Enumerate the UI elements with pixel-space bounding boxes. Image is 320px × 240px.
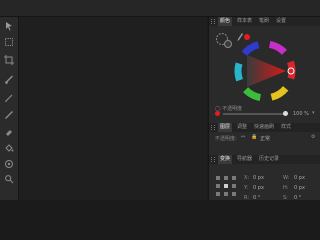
panel-grip-icon[interactable]	[211, 19, 215, 24]
pencil-icon[interactable]	[4, 110, 14, 120]
text-icon[interactable]	[4, 159, 14, 169]
eraser-icon[interactable]	[4, 127, 14, 137]
color-mode-icon[interactable]	[215, 31, 233, 49]
h-label: H:	[283, 185, 289, 191]
layers-panel-tabs: 图层 调整 快速画刷 样式	[209, 123, 320, 132]
opacity-slider[interactable]	[223, 113, 287, 115]
crop-icon[interactable]	[4, 55, 14, 65]
opacity-slider-handle[interactable]	[283, 111, 288, 116]
canvas-area[interactable]	[19, 17, 207, 200]
tab-navigator[interactable]: 导航器	[235, 155, 254, 164]
s-label: S:	[283, 195, 288, 201]
tab-swatches[interactable]: 样本表	[235, 17, 254, 26]
r-value[interactable]: 0 °	[253, 195, 260, 201]
brush-icon[interactable]	[4, 75, 14, 85]
opacity-label: 不透明度:	[215, 136, 237, 142]
tab-styles[interactable]: 样式	[279, 123, 293, 132]
select-icon[interactable]	[4, 37, 14, 47]
color-panel-tabs: 颜色 样本表 笔刷 设置	[209, 17, 320, 26]
blend-mode-select[interactable]: 正常	[260, 135, 270, 142]
opacity-color-dot	[215, 111, 220, 116]
zoom-icon[interactable]	[4, 174, 14, 184]
opacity-stepper-icon[interactable]: ↔	[241, 134, 245, 140]
settings-icon[interactable]: ⚙	[311, 134, 315, 140]
h-value[interactable]: 0 px	[294, 185, 305, 191]
tab-adjustments[interactable]: 调整	[235, 123, 249, 132]
fill-icon[interactable]	[4, 143, 14, 153]
color-wheel[interactable]	[233, 39, 297, 103]
w-label: W:	[283, 175, 290, 181]
anchor-grid-icon[interactable]	[215, 175, 237, 197]
y-value[interactable]: 0 px	[253, 185, 264, 191]
tab-brushes[interactable]: 笔刷	[257, 17, 271, 26]
chevron-down-icon[interactable]: ▾	[312, 110, 315, 116]
lock-icon[interactable]: 🔒	[251, 134, 257, 140]
x-label: X:	[244, 175, 250, 181]
panel-grip-icon[interactable]	[211, 125, 215, 130]
tab-history[interactable]: 历史记录	[257, 155, 281, 164]
x-value[interactable]: 0 px	[253, 175, 264, 181]
tab-layers[interactable]: 图层	[218, 123, 233, 132]
tab-transform[interactable]: 变换	[218, 155, 233, 164]
w-value[interactable]: 0 px	[294, 175, 305, 181]
tab-color[interactable]: 颜色	[218, 17, 233, 26]
nav-panel-tabs: 变换 导航器 历史记录	[209, 155, 320, 164]
panel-grip-icon[interactable]	[211, 157, 215, 162]
opacity-value: 100 %	[293, 111, 309, 117]
r-label: R:	[244, 195, 250, 201]
s-value[interactable]: 0 °	[294, 195, 301, 201]
tools-sidebar	[0, 17, 19, 200]
top-bar	[0, 0, 320, 17]
tab-settings[interactable]: 设置	[274, 17, 288, 26]
tab-quick-brush[interactable]: 快速画刷	[252, 123, 276, 132]
y-label: Y:	[244, 185, 249, 191]
move-icon[interactable]	[4, 21, 14, 31]
pen-icon[interactable]	[4, 93, 14, 103]
right-panel: 颜色 样本表 笔刷 设置 ◯ 不透明度 100 % ▾ 图层 调整 快速画刷 样…	[208, 17, 320, 201]
